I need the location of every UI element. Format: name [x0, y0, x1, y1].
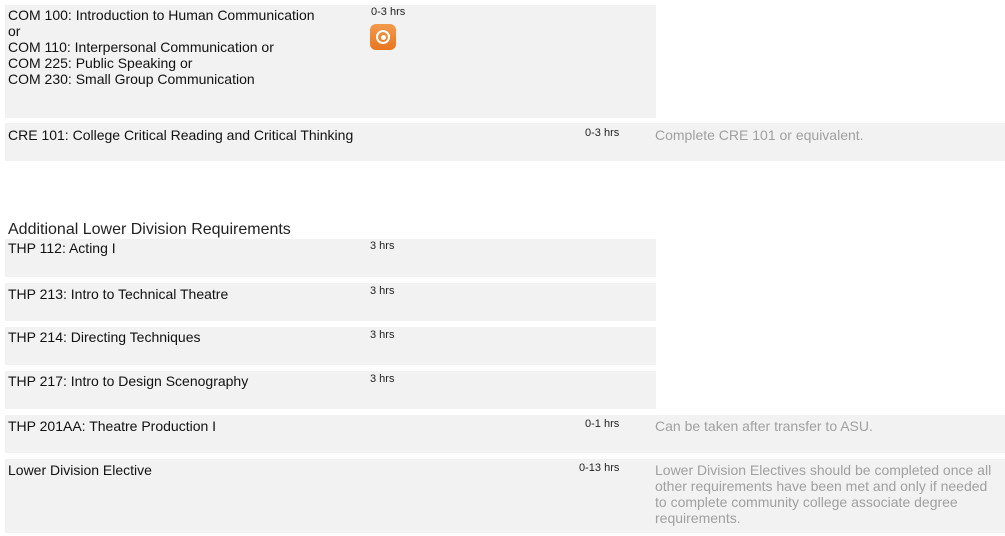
pathway-badge-icon[interactable]	[370, 24, 396, 50]
credit-hours-thp112: 3 hrs	[370, 240, 395, 252]
course-title-thp217: THP 217: Intro to Design Scenography	[8, 373, 249, 389]
credit-hours-thp213: 3 hrs	[370, 285, 395, 297]
credit-hours-thp201aa: 0-1 hrs	[585, 418, 620, 430]
course-note-elective: Lower Division Electives should be compl…	[655, 462, 992, 526]
course-note-thp201aa: Can be taken after transfer to ASU.	[655, 418, 873, 434]
course-title-cre: CRE 101: College Critical Reading and Cr…	[8, 127, 354, 143]
credit-hours-thp214: 3 hrs	[370, 329, 395, 341]
credit-hours-thp217: 3 hrs	[370, 373, 395, 385]
credit-hours-elective: 0-13 hrs	[579, 462, 620, 474]
course-title-thp201aa: THP 201AA: Theatre Production I	[8, 418, 217, 434]
course-note-cre: Complete CRE 101 or equivalent.	[655, 127, 864, 143]
credit-hours-com: 0-3 hrs	[371, 6, 406, 18]
course-title-thp112: THP 112: Acting I	[8, 240, 116, 256]
course-title-thp214: THP 214: Directing Techniques	[8, 329, 201, 345]
course-title-elective: Lower Division Elective	[8, 462, 152, 478]
course-title-com: COM 100: Introduction to Human Communica…	[8, 7, 315, 87]
credit-hours-cre: 0-3 hrs	[585, 127, 620, 139]
course-title-thp213: THP 213: Intro to Technical Theatre	[8, 286, 229, 302]
section-title: Additional Lower Division Requirements	[8, 221, 291, 238]
